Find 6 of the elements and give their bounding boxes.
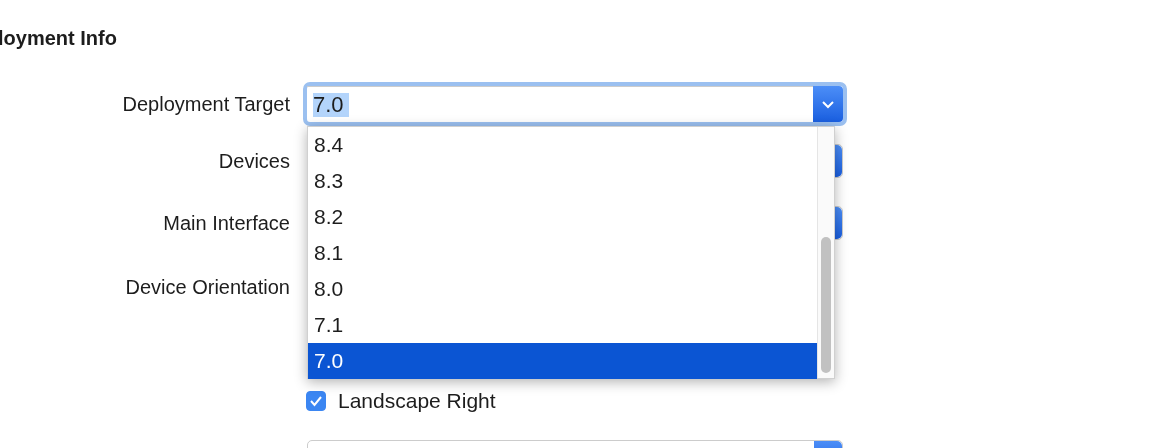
field-label: Main Interface bbox=[162, 211, 290, 235]
field-label: Device Orientation bbox=[124, 275, 290, 300]
field-label: Devices bbox=[217, 149, 290, 173]
section-title: loyment Info bbox=[0, 26, 118, 50]
checkbox-label: Landscape Right bbox=[338, 388, 496, 413]
field-label: Deployment Target bbox=[121, 92, 290, 116]
